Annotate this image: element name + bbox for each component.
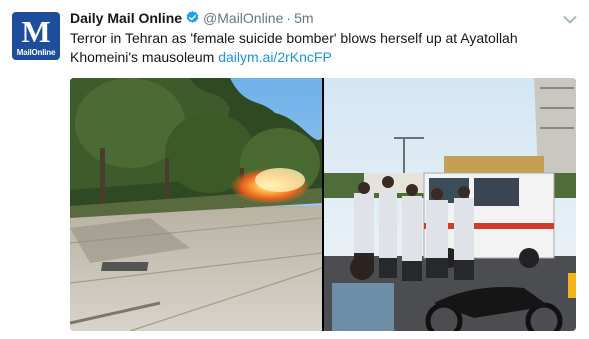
header-separator: · bbox=[286, 10, 292, 26]
tweet-link[interactable]: dailym.ai/2rKncFP bbox=[218, 49, 332, 65]
media-photo-ambulance[interactable] bbox=[324, 78, 576, 331]
media-photo-explosion[interactable] bbox=[70, 78, 322, 331]
chevron-down-icon[interactable] bbox=[563, 12, 577, 24]
tweet-text: Terror in Tehran as 'female suicide bomb… bbox=[70, 29, 570, 67]
avatar-brand-text: MailOnline bbox=[16, 48, 56, 57]
author-handle[interactable]: @MailOnline bbox=[203, 10, 283, 26]
media-grid[interactable] bbox=[70, 78, 576, 331]
avatar-logo-letter: M bbox=[21, 14, 51, 49]
author-name[interactable]: Daily Mail Online bbox=[70, 10, 182, 26]
verified-badge-icon bbox=[185, 10, 200, 29]
avatar[interactable]: M MailOnline bbox=[12, 12, 60, 60]
tweet-timestamp[interactable]: 5m bbox=[294, 10, 313, 26]
tweet-header: Daily Mail Online @MailOnline · 5m bbox=[70, 9, 314, 29]
